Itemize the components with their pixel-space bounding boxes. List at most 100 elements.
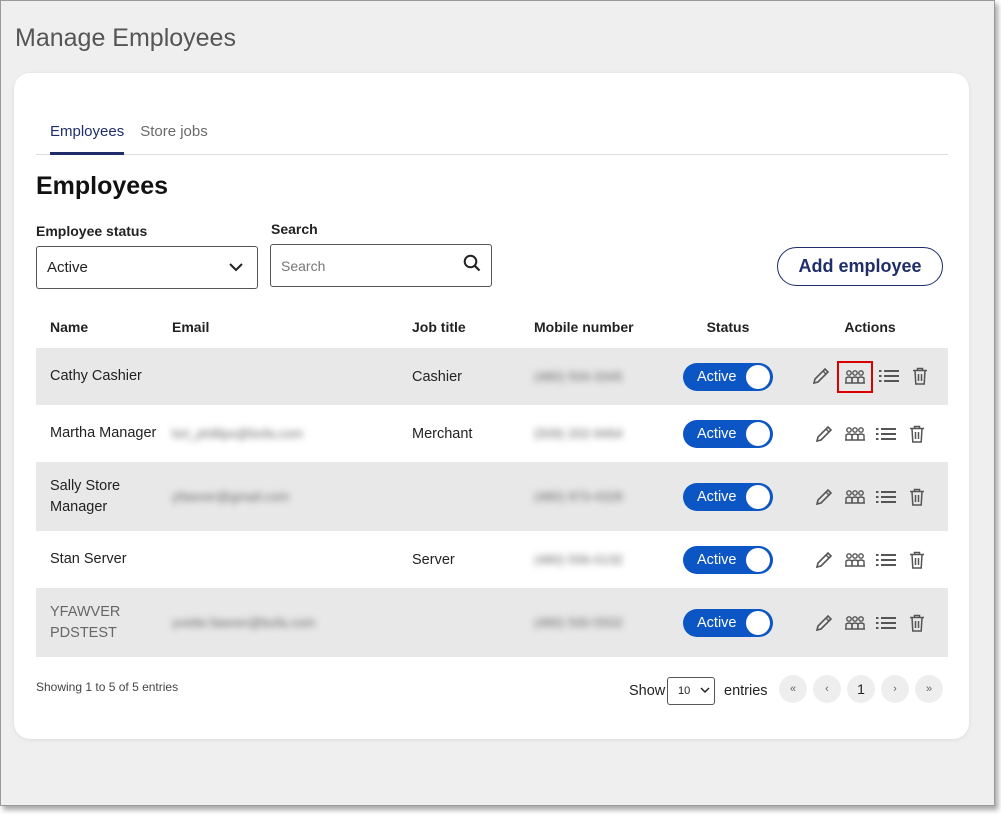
- employee-name: Stan Server: [50, 551, 127, 567]
- employee-status-label: Employee status: [36, 223, 148, 239]
- next-page-button[interactable]: ›: [881, 675, 909, 703]
- last-page-button[interactable]: »: [915, 675, 943, 703]
- employee-mobile: (480) 500-5502: [534, 615, 623, 630]
- page-title: Manage Employees: [15, 24, 236, 52]
- header-email[interactable]: Email: [172, 319, 412, 335]
- employee-job: Merchant: [412, 425, 473, 442]
- employee-name: Martha Manager: [50, 425, 157, 441]
- header-status[interactable]: Status: [664, 319, 792, 335]
- employee-status-select[interactable]: Active: [36, 246, 258, 289]
- search-label: Search: [271, 221, 318, 237]
- table-row: Martha Manager lori_phillips@bofa.com Me…: [36, 405, 948, 462]
- table-row: Cathy Cashier Cashier (480) 504-3345 Act…: [36, 348, 948, 405]
- pencil-icon[interactable]: [806, 361, 836, 391]
- employee-name: YFAWVER PDSTEST: [50, 603, 121, 641]
- toggle-knob: [746, 547, 770, 572]
- entries-label: entries: [724, 683, 768, 699]
- toggle-knob: [746, 610, 770, 635]
- employees-table: Name Email Job title Mobile number Statu…: [36, 306, 948, 657]
- status-cell: Active: [664, 545, 792, 574]
- employee-status-value: Active: [47, 259, 88, 276]
- employee-mobile: (509) 202-9464: [534, 426, 623, 441]
- window-frame: Manage Employees Employees Store jobs Em…: [0, 0, 995, 806]
- header-actions: Actions: [844, 319, 896, 335]
- list-icon[interactable]: [871, 419, 901, 449]
- trash-icon[interactable]: [902, 608, 932, 638]
- people-group-icon[interactable]: [840, 419, 870, 449]
- header-name[interactable]: Name: [36, 317, 172, 338]
- list-icon[interactable]: [871, 545, 901, 575]
- prev-page-button[interactable]: ‹: [813, 675, 841, 703]
- trash-icon[interactable]: [905, 361, 935, 391]
- status-toggle[interactable]: Active: [683, 419, 773, 448]
- people-group-icon[interactable]: [840, 545, 870, 575]
- pencil-icon[interactable]: [809, 608, 839, 638]
- pencil-icon[interactable]: [809, 545, 839, 575]
- pagination: « ‹ 1 › »: [779, 675, 943, 703]
- page-size-value: 10: [678, 685, 691, 697]
- employee-name: Sally Store Manager: [50, 477, 121, 515]
- toggle-knob: [746, 364, 770, 389]
- add-employee-button[interactable]: Add employee: [777, 247, 943, 286]
- status-cell: Active: [664, 482, 792, 511]
- page-1-button[interactable]: 1: [847, 675, 875, 703]
- table-row: Sally Store Manager yfawver@gmail.com (4…: [36, 462, 948, 531]
- employee-email: yfawver@gmail.com: [172, 489, 290, 504]
- status-cell: Active: [664, 419, 792, 448]
- first-page-button[interactable]: «: [779, 675, 807, 703]
- toggle-knob: [746, 484, 770, 509]
- chevron-down-icon: [700, 685, 710, 697]
- status-toggle[interactable]: Active: [683, 545, 773, 574]
- table-header: Name Email Job title Mobile number Statu…: [36, 306, 948, 348]
- status-toggle-label: Active: [697, 551, 737, 568]
- page-size-select[interactable]: 10: [667, 677, 715, 705]
- entries-info: Showing 1 to 5 of 5 entries: [36, 680, 179, 694]
- status-toggle-label: Active: [697, 614, 737, 631]
- status-toggle-label: Active: [697, 488, 737, 505]
- table-row: Stan Server Server (480) 556-0132 Active: [36, 531, 948, 588]
- table-row: YFAWVER PDSTEST yvette.fawver@bofa.com (…: [36, 588, 948, 657]
- status-toggle[interactable]: Active: [683, 362, 773, 391]
- status-toggle-label: Active: [697, 425, 737, 442]
- row-actions: [792, 482, 948, 512]
- trash-icon[interactable]: [902, 482, 932, 512]
- trash-icon[interactable]: [902, 545, 932, 575]
- pencil-icon[interactable]: [809, 419, 839, 449]
- people-group-icon[interactable]: [840, 482, 870, 512]
- show-label: Show: [629, 683, 666, 699]
- list-icon[interactable]: [871, 482, 901, 512]
- employee-mobile: (480) 556-0132: [534, 552, 623, 567]
- pencil-icon[interactable]: [809, 482, 839, 512]
- status-toggle[interactable]: Active: [683, 608, 773, 637]
- employee-mobile: (480) 504-3345: [534, 369, 623, 384]
- main-card: Employees Store jobs Employees Employee …: [14, 73, 969, 739]
- toggle-knob: [746, 421, 770, 446]
- employee-mobile: (480) 973-4328: [534, 489, 623, 504]
- status-cell: Active: [664, 362, 792, 391]
- trash-icon[interactable]: [902, 419, 932, 449]
- row-actions: [792, 545, 948, 575]
- employee-job: Cashier: [412, 368, 462, 385]
- people-group-icon[interactable]: [836, 360, 873, 393]
- search-box: [270, 244, 492, 287]
- employee-email: lori_phillips@bofa.com: [172, 426, 303, 441]
- search-icon[interactable]: [463, 254, 481, 277]
- chevron-down-icon: [229, 259, 243, 276]
- list-icon[interactable]: [874, 361, 904, 391]
- status-cell: Active: [664, 608, 792, 637]
- search-input[interactable]: [281, 257, 463, 274]
- tab-bar: Employees Store jobs: [36, 121, 948, 155]
- list-icon[interactable]: [871, 608, 901, 638]
- header-job-title[interactable]: Job title: [412, 319, 534, 335]
- employee-email: yvette.fawver@bofa.com: [172, 615, 316, 630]
- people-group-icon[interactable]: [840, 608, 870, 638]
- employee-name: Cathy Cashier: [50, 368, 142, 384]
- status-toggle[interactable]: Active: [683, 482, 773, 511]
- header-mobile[interactable]: Mobile number: [534, 319, 664, 335]
- status-toggle-label: Active: [697, 368, 737, 385]
- tab-store-jobs[interactable]: Store jobs: [140, 121, 208, 155]
- section-title: Employees: [36, 172, 169, 200]
- row-actions: [792, 608, 948, 638]
- row-actions: [792, 419, 948, 449]
- tab-employees[interactable]: Employees: [50, 121, 125, 155]
